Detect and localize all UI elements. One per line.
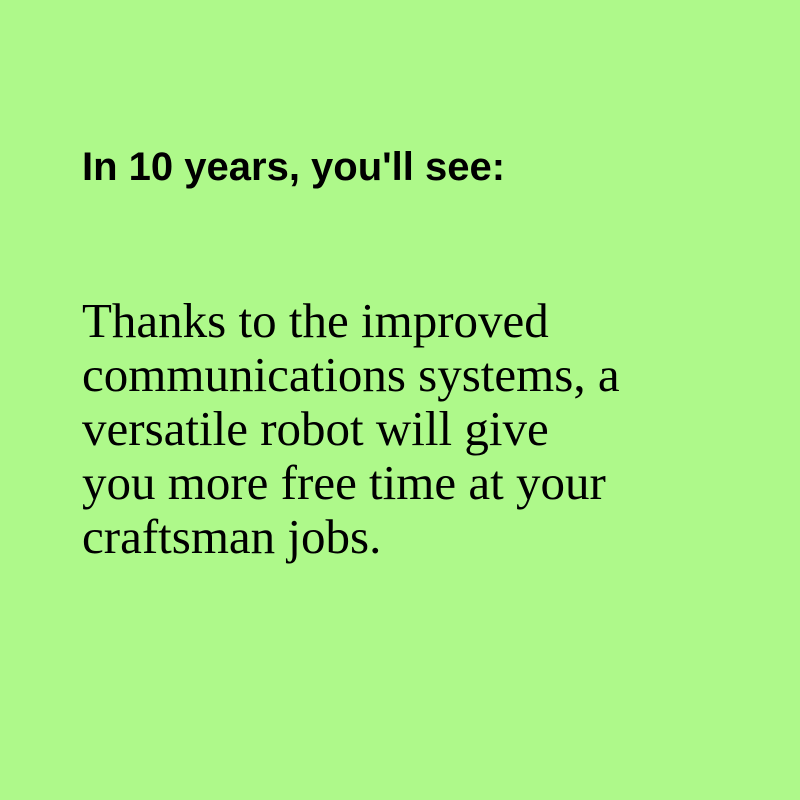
body-line-3: versatile robot will give	[82, 401, 549, 456]
body-line-1: Thanks to the improved	[82, 293, 549, 348]
body-line-2: communications systems, a	[82, 347, 620, 402]
body-line-5: craftsman jobs.	[82, 509, 382, 564]
body-text: Thanks to the improved communications sy…	[82, 294, 620, 564]
body-line-4: you more free time at your	[82, 455, 606, 510]
card: In 10 years, you'll see: Thanks to the i…	[0, 0, 800, 800]
heading: In 10 years, you'll see:	[82, 145, 506, 189]
